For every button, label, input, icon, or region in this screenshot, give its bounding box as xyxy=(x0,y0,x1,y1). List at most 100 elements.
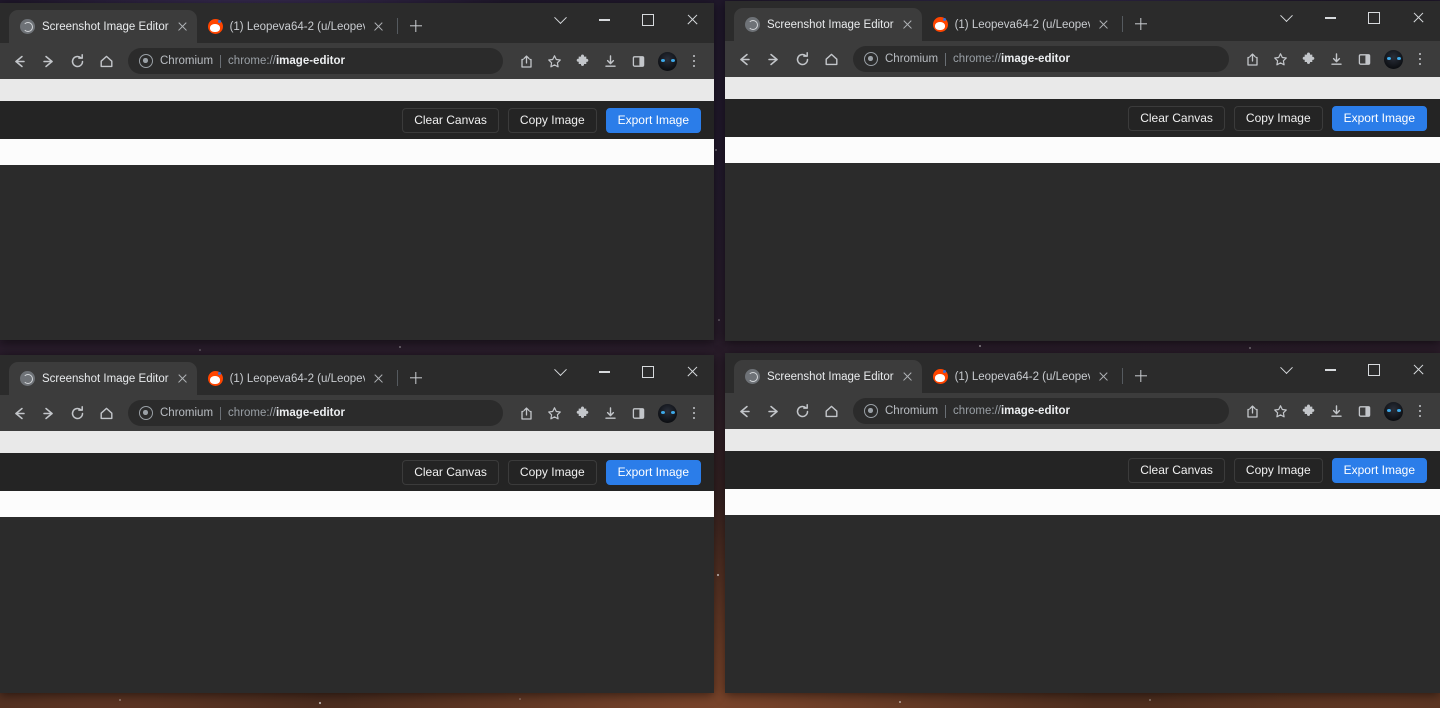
back-icon[interactable] xyxy=(731,398,758,425)
minimize-button[interactable] xyxy=(582,355,626,389)
navigation-toolbar[interactable]: Chromium chrome://image-editor xyxy=(0,43,714,79)
reload-icon[interactable] xyxy=(64,400,91,427)
share-icon[interactable] xyxy=(513,400,540,427)
close-icon[interactable] xyxy=(901,370,914,383)
tab-screenshot-image-editor[interactable]: Screenshot Image Editor xyxy=(734,8,922,41)
browser-window-4[interactable]: Screenshot Image Editor (1) Leopeva64-2 … xyxy=(725,353,1440,693)
forward-icon[interactable] xyxy=(35,48,62,75)
extensions-puzzle-icon[interactable] xyxy=(569,400,596,427)
bookmark-star-icon[interactable] xyxy=(541,400,568,427)
side-panel-icon[interactable] xyxy=(1351,398,1378,425)
forward-icon[interactable] xyxy=(760,398,787,425)
toolbar-actions[interactable] xyxy=(1239,398,1431,425)
tab-reddit-leopeva64[interactable]: (1) Leopeva64-2 (u/Leopeva64-2 xyxy=(922,8,1118,41)
close-window-button[interactable] xyxy=(670,3,714,37)
profile-avatar[interactable] xyxy=(1384,50,1403,69)
tab-search-icon[interactable] xyxy=(538,355,582,389)
side-panel-icon[interactable] xyxy=(625,400,652,427)
minimize-button[interactable] xyxy=(1308,353,1352,387)
close-icon[interactable] xyxy=(372,372,385,385)
address-bar[interactable]: Chromium chrome://image-editor xyxy=(853,398,1229,424)
window-controls[interactable] xyxy=(1264,1,1440,35)
toolbar-actions[interactable] xyxy=(513,400,705,427)
home-icon[interactable] xyxy=(93,48,120,75)
tab-screenshot-image-editor[interactable]: Screenshot Image Editor xyxy=(9,10,197,43)
editor-action-bar[interactable]: Clear Canvas Copy Image Export Image xyxy=(0,453,714,491)
browser-window-2[interactable]: Screenshot Image Editor (1) Leopeva64-2 … xyxy=(725,1,1440,341)
reload-icon[interactable] xyxy=(789,46,816,73)
profile-avatar[interactable] xyxy=(658,52,677,71)
address-bar[interactable]: Chromium chrome://image-editor xyxy=(853,46,1229,72)
maximize-button[interactable] xyxy=(1352,353,1396,387)
export-image-button[interactable]: Export Image xyxy=(1332,106,1427,131)
share-icon[interactable] xyxy=(1239,398,1266,425)
close-window-button[interactable] xyxy=(1396,353,1440,387)
tab-reddit-leopeva64[interactable]: (1) Leopeva64-2 (u/Leopeva64-2 xyxy=(197,10,393,43)
browser-window-1[interactable]: Screenshot Image Editor (1) Leopeva64-2 … xyxy=(0,3,714,340)
maximize-button[interactable] xyxy=(1352,1,1396,35)
tab-search-icon[interactable] xyxy=(1264,1,1308,35)
close-window-button[interactable] xyxy=(670,355,714,389)
export-image-button[interactable]: Export Image xyxy=(1332,458,1427,483)
address-bar[interactable]: Chromium chrome://image-editor xyxy=(128,400,503,426)
downloads-icon[interactable] xyxy=(597,48,624,75)
clear-canvas-button[interactable]: Clear Canvas xyxy=(1128,458,1225,483)
minimize-button[interactable] xyxy=(582,3,626,37)
minimize-button[interactable] xyxy=(1308,1,1352,35)
bookmark-star-icon[interactable] xyxy=(1267,398,1294,425)
home-icon[interactable] xyxy=(818,398,845,425)
navigation-toolbar[interactable]: Chromium chrome://image-editor xyxy=(725,41,1440,77)
new-tab-button[interactable] xyxy=(1128,363,1154,389)
window-controls[interactable] xyxy=(538,3,714,37)
bookmark-star-icon[interactable] xyxy=(1267,46,1294,73)
extensions-puzzle-icon[interactable] xyxy=(569,48,596,75)
tab-screenshot-image-editor[interactable]: Screenshot Image Editor xyxy=(734,360,922,393)
window-controls[interactable] xyxy=(1264,353,1440,387)
tab-reddit-leopeva64[interactable]: (1) Leopeva64-2 (u/Leopeva64-2 xyxy=(197,362,393,395)
new-tab-button[interactable] xyxy=(403,13,429,39)
back-icon[interactable] xyxy=(731,46,758,73)
navigation-toolbar[interactable]: Chromium chrome://image-editor xyxy=(0,395,714,431)
address-bar[interactable]: Chromium chrome://image-editor xyxy=(128,48,503,74)
clear-canvas-button[interactable]: Clear Canvas xyxy=(402,108,499,133)
toolbar-actions[interactable] xyxy=(513,48,705,75)
close-icon[interactable] xyxy=(1097,370,1110,383)
editor-action-bar[interactable]: Clear Canvas Copy Image Export Image xyxy=(0,101,714,139)
chrome-menu-icon[interactable] xyxy=(1409,399,1431,423)
copy-image-button[interactable]: Copy Image xyxy=(1234,458,1323,483)
forward-icon[interactable] xyxy=(760,46,787,73)
copy-image-button[interactable]: Copy Image xyxy=(508,108,597,133)
close-icon[interactable] xyxy=(176,20,189,33)
tab-strip[interactable]: Screenshot Image Editor (1) Leopeva64-2 … xyxy=(725,1,1440,41)
home-icon[interactable] xyxy=(93,400,120,427)
downloads-icon[interactable] xyxy=(597,400,624,427)
close-icon[interactable] xyxy=(176,372,189,385)
tab-strip[interactable]: Screenshot Image Editor (1) Leopeva64-2 … xyxy=(725,353,1440,393)
tab-strip[interactable]: Screenshot Image Editor (1) Leopeva64-2 … xyxy=(0,3,714,43)
close-window-button[interactable] xyxy=(1396,1,1440,35)
new-tab-button[interactable] xyxy=(1128,11,1154,37)
forward-icon[interactable] xyxy=(35,400,62,427)
toolbar-actions[interactable] xyxy=(1239,46,1431,73)
close-icon[interactable] xyxy=(372,20,385,33)
editor-action-bar[interactable]: Clear Canvas Copy Image Export Image xyxy=(725,99,1440,137)
copy-image-button[interactable]: Copy Image xyxy=(508,460,597,485)
close-icon[interactable] xyxy=(901,18,914,31)
maximize-button[interactable] xyxy=(626,355,670,389)
side-panel-icon[interactable] xyxy=(625,48,652,75)
share-icon[interactable] xyxy=(1239,46,1266,73)
tab-reddit-leopeva64[interactable]: (1) Leopeva64-2 (u/Leopeva64-2 xyxy=(922,360,1118,393)
back-icon[interactable] xyxy=(6,400,33,427)
copy-image-button[interactable]: Copy Image xyxy=(1234,106,1323,131)
tab-screenshot-image-editor[interactable]: Screenshot Image Editor xyxy=(9,362,197,395)
editor-action-bar[interactable]: Clear Canvas Copy Image Export Image xyxy=(725,451,1440,489)
profile-avatar[interactable] xyxy=(658,404,677,423)
home-icon[interactable] xyxy=(818,46,845,73)
navigation-toolbar[interactable]: Chromium chrome://image-editor xyxy=(725,393,1440,429)
tab-search-icon[interactable] xyxy=(1264,353,1308,387)
export-image-button[interactable]: Export Image xyxy=(606,460,701,485)
tab-strip[interactable]: Screenshot Image Editor (1) Leopeva64-2 … xyxy=(0,355,714,395)
extensions-puzzle-icon[interactable] xyxy=(1295,46,1322,73)
reload-icon[interactable] xyxy=(789,398,816,425)
chrome-menu-icon[interactable] xyxy=(683,49,705,73)
